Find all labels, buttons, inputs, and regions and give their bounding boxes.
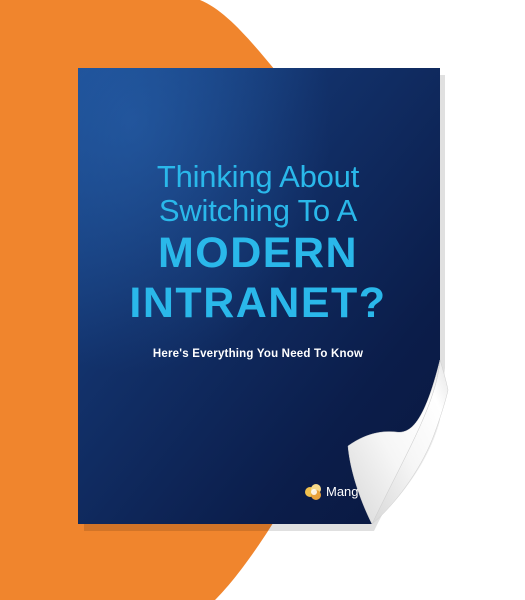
logo-text: Mang (326, 484, 359, 499)
cover-text-block: Thinking About Switching To A MODERN INT… (78, 159, 438, 361)
brochure-preview: Thinking About Switching To A MODERN INT… (0, 0, 525, 600)
flower-logo-icon (304, 483, 324, 502)
cover-subtitle: Here's Everything You Need To Know (152, 348, 364, 360)
title-line-2: Switching To A (158, 193, 358, 228)
title-line-1: Thinking About (156, 159, 360, 194)
title-line-3: MODERN (157, 229, 359, 277)
brand-logo: Mang (304, 482, 364, 502)
title-line-4: INTRANET? (129, 279, 387, 327)
